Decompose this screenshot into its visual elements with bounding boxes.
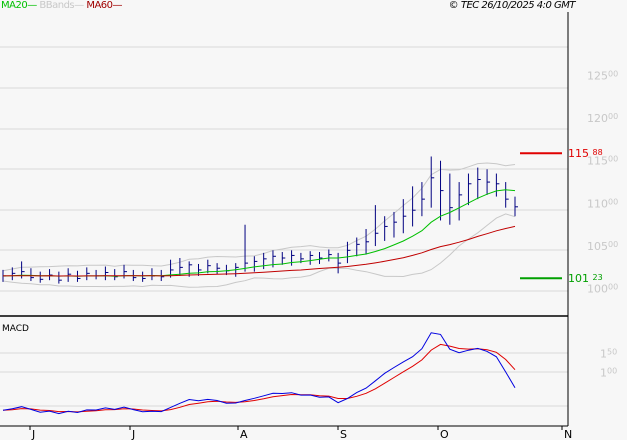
price-tick-label: 11000 [587,197,618,210]
macd-tick-label: 100 [600,367,617,380]
price-tick-label: 10500 [587,240,618,253]
x-tick-label: N [564,428,572,440]
bband-upper-line [2,162,516,272]
macd-tick-label: 150 [600,348,617,361]
x-tick-label: J [131,428,135,440]
stock-chart: MA20— BBands— MA60— © TEC 26/10/2025 4:0… [0,0,627,440]
macd-title: MACD [2,324,29,334]
ma20-line [2,189,516,277]
ma60-line [2,225,516,277]
price-tick-label: 12500 [587,69,618,82]
x-tick-label: J [31,428,35,440]
price-tick-label: 12000 [587,112,618,125]
macd-line [2,332,516,415]
macd-signal-line [2,343,516,413]
x-tick-label: A [240,428,248,440]
x-tick-label: O [440,428,449,440]
chart-canvas: MACD125001200011500110001050010000150100… [0,12,618,440]
x-tick-label: S [340,428,347,440]
